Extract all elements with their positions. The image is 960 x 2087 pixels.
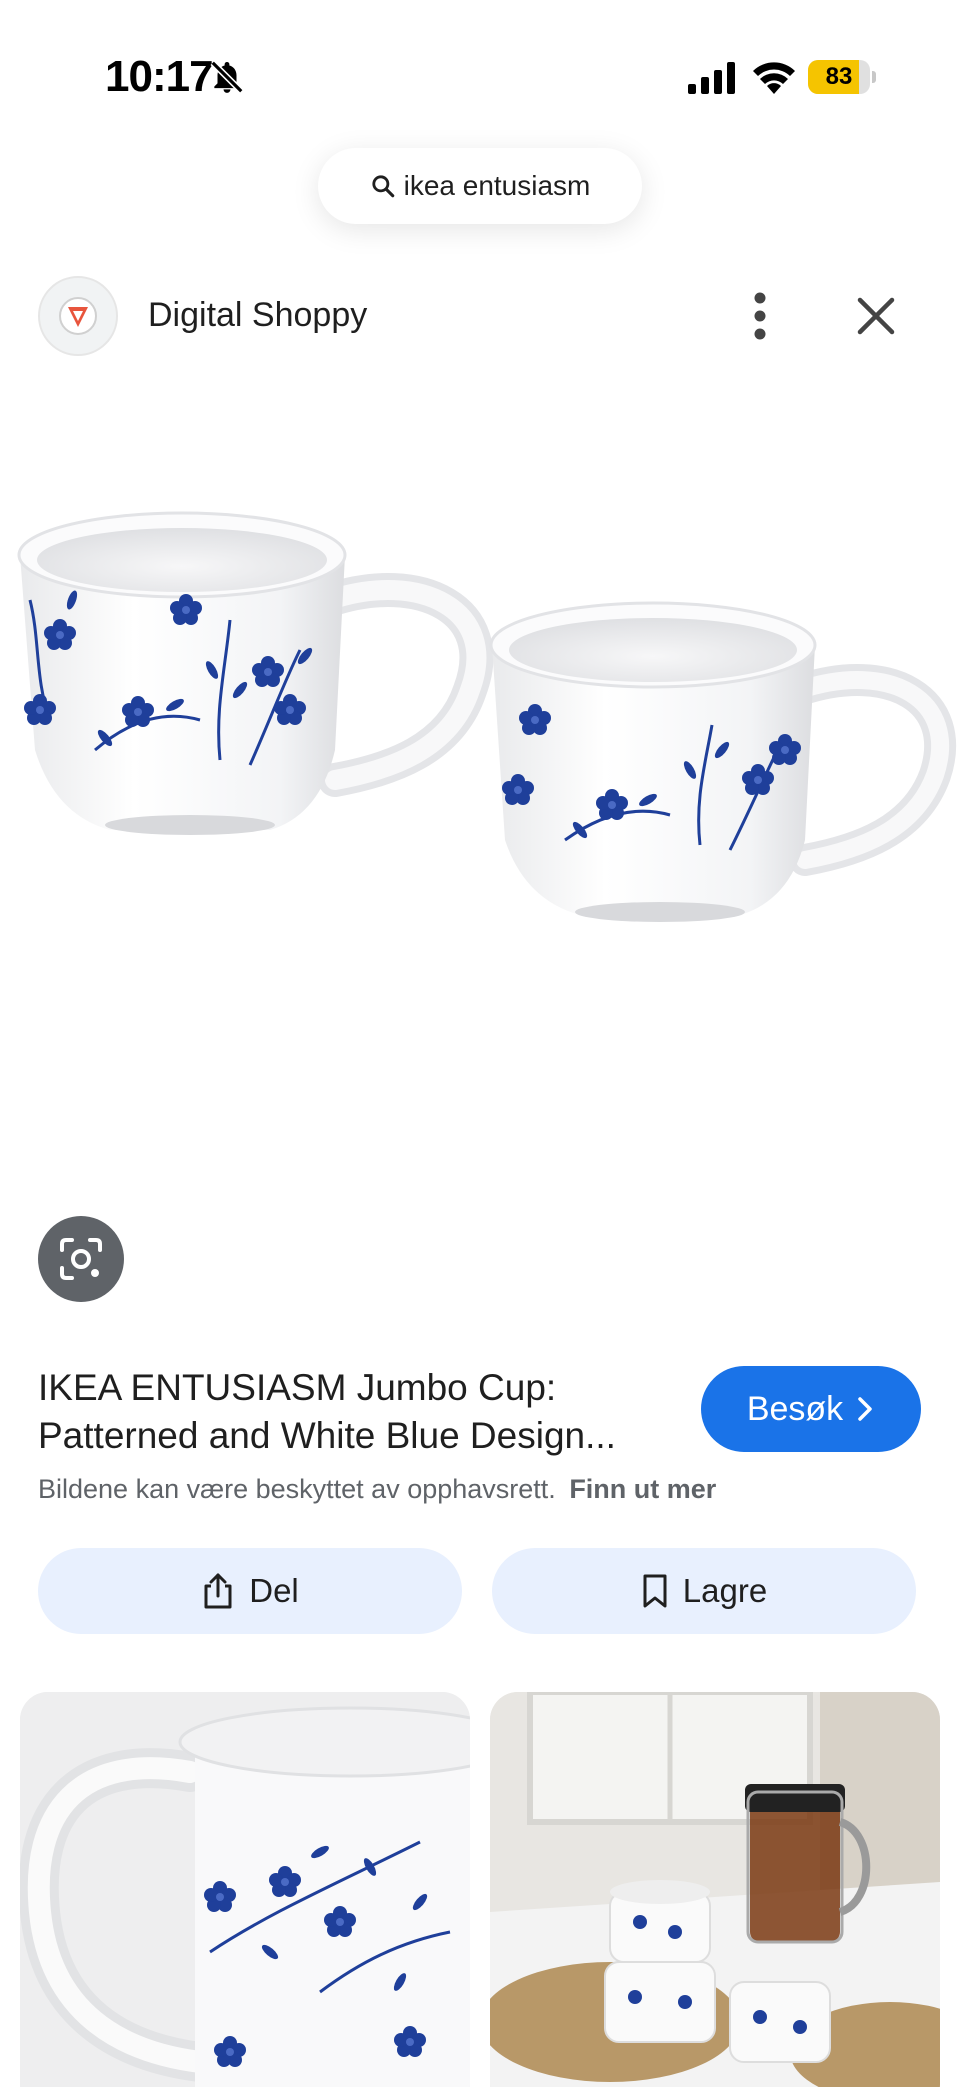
image-viewer-page: 10:17 83 ikea entusiasm Digital Shoppy I… [0,0,960,2087]
learn-more-link[interactable]: Finn ut mer [569,1474,716,1504]
more-vert-icon[interactable] [740,288,780,344]
source-logo[interactable] [38,276,118,356]
related-image-cup-closeup[interactable] [20,1692,470,2087]
result-title-line2: Patterned and White Blue Design... [38,1415,616,1456]
close-icon[interactable] [852,292,900,340]
save-label: Lagre [682,1572,768,1609]
cup-right [489,601,957,922]
visit-button[interactable]: Besøk [701,1366,921,1452]
related-image-table-setting[interactable] [490,1692,940,2087]
source-row: Digital Shoppy [0,270,960,360]
cup-left [17,511,494,835]
share-label: Del [249,1572,299,1609]
battery-icon: 83 [808,60,876,94]
copyright-text: Bildene kan være beskyttet av opphavsret… [38,1474,556,1504]
bookmark-icon [643,1574,667,1608]
lens-button[interactable] [38,1216,124,1302]
save-button[interactable]: Lagre [492,1548,916,1634]
chevron-right-icon [858,1397,872,1421]
digital-shoppy-logo-icon [59,297,97,335]
wifi-icon [753,62,795,94]
battery-level: 83 [825,63,853,90]
status-bar: 10:17 83 [0,0,960,150]
status-time: 10:17 [105,52,214,101]
visit-label: Besøk [746,1389,844,1428]
main-product-image[interactable] [0,420,960,1200]
search-pill[interactable]: ikea entusiasm [318,148,642,224]
bell-off-icon [210,60,244,94]
result-title-line1: IKEA ENTUSIASM Jumbo Cup: [38,1367,557,1408]
share-button[interactable]: Del [38,1548,462,1634]
search-query: ikea entusiasm [403,170,591,201]
copyright-notice: Bildene kan være beskyttet av opphavsret… [38,1474,716,1505]
signal-icon [688,62,735,94]
result-title[interactable]: IKEA ENTUSIASM Jumbo Cup: Patterned and … [38,1364,678,1460]
search-icon [371,175,394,198]
share-icon [204,1573,232,1609]
source-name[interactable]: Digital Shoppy [148,296,367,335]
lens-icon [60,1238,102,1280]
